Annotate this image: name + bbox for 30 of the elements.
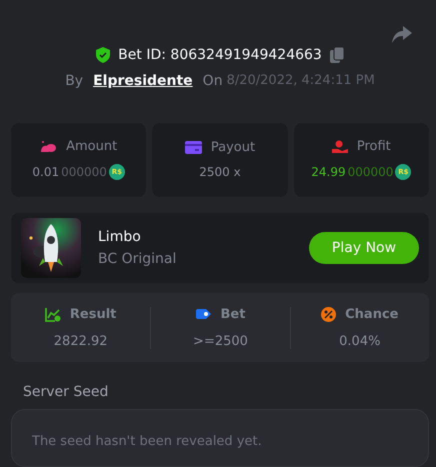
- chart-check-icon: [44, 306, 61, 322]
- stat-value: 24.99: [311, 165, 346, 180]
- detail-label: Result: [70, 306, 116, 322]
- share-icon[interactable]: [392, 26, 412, 43]
- stat-label: Profit: [356, 139, 391, 154]
- stat-value: 0.01: [32, 165, 60, 180]
- bet-date: 8/20/2022, 4:24:11 PM: [226, 73, 375, 88]
- stat-label: Amount: [66, 139, 118, 154]
- on-label: On: [202, 72, 223, 89]
- shield-check-icon: [96, 46, 110, 63]
- stat-label: Payout: [210, 140, 256, 156]
- stat-value: 2500 x: [199, 165, 241, 180]
- detail-value: 0.04%: [339, 334, 380, 349]
- ticket-icon: [196, 307, 212, 322]
- detail-value: 2822.92: [54, 334, 108, 349]
- seed-message: The seed hasn't been revealed yet.: [32, 434, 262, 450]
- card-icon: [184, 141, 202, 154]
- by-label: By: [65, 72, 84, 89]
- stat-trailing-zeros: 000000: [348, 165, 394, 180]
- detail-label: Bet: [220, 306, 246, 322]
- bet-id: Bet ID: 80632491949424663: [118, 46, 322, 63]
- game-title: Limbo: [98, 228, 142, 245]
- percent-icon: [321, 306, 336, 322]
- detail-value: >=2500: [193, 334, 248, 349]
- stat-trailing-zeros: 000000: [61, 165, 107, 180]
- username-link[interactable]: Elpresidente: [93, 72, 193, 89]
- server-seed-label: Server Seed: [23, 384, 110, 400]
- detail-label: Chance: [345, 306, 398, 322]
- copy-icon[interactable]: [330, 46, 344, 63]
- game-provider: BC Original: [98, 250, 178, 267]
